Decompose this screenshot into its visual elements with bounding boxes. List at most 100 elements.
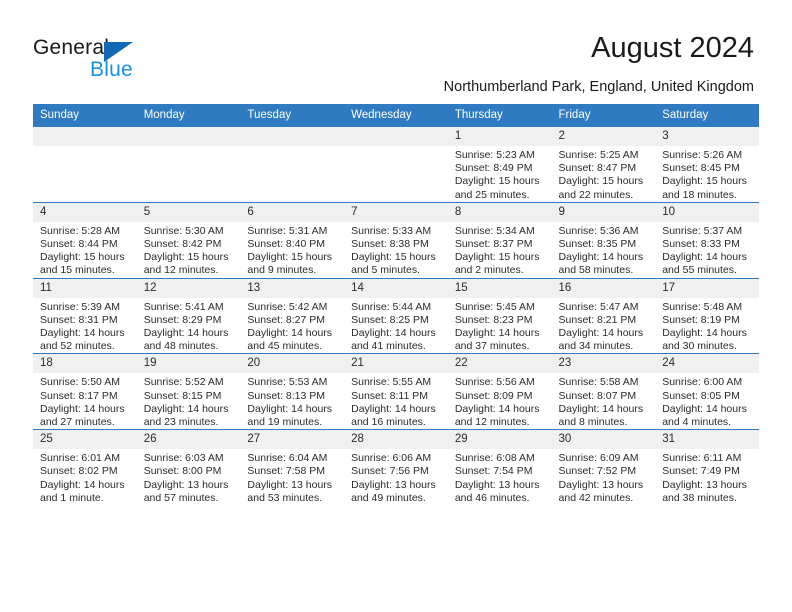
day-number: 3 xyxy=(655,127,759,146)
calendar-page: General Blue August 2024 Northumberland … xyxy=(0,0,792,612)
day-number: 25 xyxy=(33,430,137,450)
day-details: Sunrise: 5:39 AM Sunset: 8:31 PM Daylight:… xyxy=(33,298,137,354)
calendar-day-cell[interactable]: 4 Sunrise: 5:28 AM Sunset: 8:44 PM Daylight… xyxy=(33,201,137,279)
day-details: Sunrise: 6:01 AM Sunset: 8:02 PM Daylight:… xyxy=(33,449,137,505)
sunrise-text: Sunrise: 5:37 AM xyxy=(662,224,743,237)
sunrise-text: Sunrise: 5:28 AM xyxy=(40,224,120,237)
calendar-day-cell[interactable]: 28 Sunrise: 6:06 AM Sunset: 7:56 PM Dayligh… xyxy=(344,429,448,506)
day-details: Sunrise: 6:04 AM Sunset: 7:58 PM Daylight:… xyxy=(240,449,344,505)
daylight-text-line1: Daylight: 14 hours xyxy=(40,402,125,415)
sunset-text: Sunset: 8:21 PM xyxy=(558,313,637,326)
calendar-day-cell[interactable]: 21 Sunrise: 5:55 AM Sunset: 8:11 PM Dayligh… xyxy=(344,353,448,430)
sunrise-text: Sunrise: 5:58 AM xyxy=(558,376,639,389)
day-number: 7 xyxy=(344,202,448,222)
weekday-header-saturday: Saturday xyxy=(655,104,759,127)
sunset-text: Sunset: 8:13 PM xyxy=(247,389,326,402)
calendar-day-cell[interactable]: 16 Sunrise: 5:47 AM Sunset: 8:21 PM Dayligh… xyxy=(551,277,656,354)
daylight-text-line1: Daylight: 15 hours xyxy=(143,251,229,264)
daylight-text-line2: and 34 minutes. xyxy=(558,340,634,353)
weekday-header-wednesday: Wednesday xyxy=(344,104,448,127)
general-blue-logo[interactable]: General Blue xyxy=(33,36,213,84)
calendar-day-cell[interactable]: 23 Sunrise: 5:58 AM Sunset: 8:07 PM Dayligh… xyxy=(551,353,656,430)
sunrise-sunset-calendar: Sunday Monday Tuesday Wednesday Thursday… xyxy=(33,104,759,506)
calendar-week-row: 1 Sunrise: 5:23 AM Sunset: 8:49 PM Daylight… xyxy=(33,126,759,203)
day-number: 17 xyxy=(655,278,759,298)
daylight-text-line2: and 48 minutes. xyxy=(143,340,219,353)
day-number: 14 xyxy=(344,278,448,298)
calendar-day-cell[interactable]: 25 Sunrise: 6:01 AM Sunset: 8:02 PM Dayligh… xyxy=(33,429,137,506)
daylight-text-line2: and 18 minutes. xyxy=(662,188,737,201)
day-details: Sunrise: 5:25 AM Sunset: 8:47 PM Daylight:… xyxy=(552,146,656,202)
daylight-text-line1: Daylight: 14 hours xyxy=(351,402,436,415)
daylight-text-line2: and 15 minutes. xyxy=(40,264,115,277)
calendar-day-cell[interactable]: 22 Sunrise: 5:56 AM Sunset: 8:09 PM Dayligh… xyxy=(447,353,552,430)
calendar-day-cell[interactable]: 14 Sunrise: 5:44 AM Sunset: 8:25 PM Dayligh… xyxy=(344,277,448,354)
sunrise-text: Sunrise: 5:41 AM xyxy=(143,300,224,313)
daylight-text-line1: Daylight: 14 hours xyxy=(40,327,125,340)
sunrise-text: Sunrise: 5:47 AM xyxy=(558,300,639,313)
daylight-text-line1: Daylight: 15 hours xyxy=(454,175,540,188)
daylight-text-line2: and 30 minutes. xyxy=(662,340,737,353)
daylight-text-line2: and 2 minutes. xyxy=(454,264,524,277)
calendar-day-cell[interactable]: 8 Sunrise: 5:34 AM Sunset: 8:37 PM Daylight… xyxy=(447,201,552,279)
daylight-text-line1: Daylight: 14 hours xyxy=(247,327,333,340)
sunset-text: Sunset: 8:07 PM xyxy=(558,389,637,402)
day-number: 19 xyxy=(136,354,241,374)
calendar-day-cell[interactable]: 29 Sunrise: 6:08 AM Sunset: 7:54 PM Dayligh… xyxy=(447,429,552,506)
day-details: Sunrise: 5:31 AM Sunset: 8:40 PM Daylight:… xyxy=(240,222,344,278)
sunrise-text: Sunrise: 5:42 AM xyxy=(247,300,328,313)
calendar-day-cell[interactable]: 20 Sunrise: 5:53 AM Sunset: 8:13 PM Dayligh… xyxy=(240,353,345,430)
sunset-text: Sunset: 8:40 PM xyxy=(247,238,326,251)
daylight-text-line1: Daylight: 14 hours xyxy=(662,402,747,415)
daylight-text-line2: and 41 minutes. xyxy=(351,340,426,353)
calendar-week-row: 4 Sunrise: 5:28 AM Sunset: 8:44 PM Daylight… xyxy=(33,201,759,279)
daylight-text-line1: Daylight: 14 hours xyxy=(351,327,436,340)
calendar-day-cell[interactable]: 11 Sunrise: 5:39 AM Sunset: 8:31 PM Dayligh… xyxy=(33,277,137,354)
calendar-day-cell[interactable]: 3 Sunrise: 5:26 AM Sunset: 8:45 PM Daylight… xyxy=(655,126,759,203)
sunrise-text: Sunrise: 5:25 AM xyxy=(558,149,639,161)
calendar-day-cell[interactable]: 13 Sunrise: 5:42 AM Sunset: 8:27 PM Dayligh… xyxy=(240,277,345,354)
sunset-text: Sunset: 8:05 PM xyxy=(662,389,740,402)
calendar-week-row: 18 Sunrise: 5:50 AM Sunset: 8:17 PM Dayligh… xyxy=(33,353,759,430)
calendar-day-cell-empty xyxy=(136,126,241,203)
calendar-day-cell[interactable]: 17 Sunrise: 5:48 AM Sunset: 8:19 PM Dayligh… xyxy=(655,277,759,354)
calendar-day-cell[interactable]: 2 Sunrise: 5:25 AM Sunset: 8:47 PM Daylight… xyxy=(551,126,656,203)
day-number: 28 xyxy=(344,430,448,450)
calendar-day-cell[interactable]: 27 Sunrise: 6:04 AM Sunset: 7:58 PM Dayligh… xyxy=(240,429,345,506)
sunset-text: Sunset: 8:19 PM xyxy=(662,313,740,326)
daylight-text-line2: and 49 minutes. xyxy=(351,491,426,504)
calendar-day-cell[interactable]: 15 Sunrise: 5:45 AM Sunset: 8:23 PM Dayligh… xyxy=(447,277,552,354)
weekday-header-thursday: Thursday xyxy=(447,104,552,127)
sunrise-text: Sunrise: 5:50 AM xyxy=(40,376,120,389)
day-details: Sunrise: 5:47 AM Sunset: 8:21 PM Daylight:… xyxy=(552,298,656,354)
calendar-day-cell[interactable]: 1 Sunrise: 5:23 AM Sunset: 8:49 PM Daylight… xyxy=(447,126,552,203)
sunrise-text: Sunrise: 5:34 AM xyxy=(454,224,535,237)
calendar-day-cell-empty xyxy=(33,126,137,203)
calendar-day-cell[interactable]: 6 Sunrise: 5:31 AM Sunset: 8:40 PM Daylight… xyxy=(240,201,345,279)
daylight-text-line1: Daylight: 14 hours xyxy=(454,402,540,415)
calendar-day-cell[interactable]: 18 Sunrise: 5:50 AM Sunset: 8:17 PM Dayligh… xyxy=(33,353,137,430)
calendar-day-cell[interactable]: 19 Sunrise: 5:52 AM Sunset: 8:15 PM Dayligh… xyxy=(136,353,241,430)
calendar-day-cell[interactable]: 31 Sunrise: 6:11 AM Sunset: 7:49 PM Dayligh… xyxy=(655,429,759,506)
sunset-text: Sunset: 7:58 PM xyxy=(247,465,326,478)
calendar-day-cell[interactable]: 12 Sunrise: 5:41 AM Sunset: 8:29 PM Dayligh… xyxy=(136,277,241,354)
calendar-header-row: Sunday Monday Tuesday Wednesday Thursday… xyxy=(33,104,759,127)
sunset-text: Sunset: 7:56 PM xyxy=(351,465,429,478)
sunset-text: Sunset: 8:38 PM xyxy=(351,238,429,251)
calendar-day-cell[interactable]: 30 Sunrise: 6:09 AM Sunset: 7:52 PM Dayligh… xyxy=(551,429,656,506)
sunrise-text: Sunrise: 5:30 AM xyxy=(143,224,224,237)
day-number: 10 xyxy=(655,202,759,222)
sunrise-text: Sunrise: 5:45 AM xyxy=(454,300,535,313)
calendar-day-cell[interactable]: 10 Sunrise: 5:37 AM Sunset: 8:33 PM Dayligh… xyxy=(655,201,759,279)
calendar-day-cell[interactable]: 26 Sunrise: 6:03 AM Sunset: 8:00 PM Dayligh… xyxy=(136,429,241,506)
day-details: Sunrise: 5:52 AM Sunset: 8:15 PM Daylight:… xyxy=(137,373,241,429)
day-details: Sunrise: 5:30 AM Sunset: 8:42 PM Daylight:… xyxy=(137,222,241,278)
calendar-day-cell[interactable]: 7 Sunrise: 5:33 AM Sunset: 8:38 PM Daylight… xyxy=(344,201,448,279)
day-number xyxy=(240,127,345,146)
calendar-day-cell[interactable]: 5 Sunrise: 5:30 AM Sunset: 8:42 PM Daylight… xyxy=(136,201,241,279)
sunrise-text: Sunrise: 5:55 AM xyxy=(351,376,432,389)
calendar-day-cell[interactable]: 24 Sunrise: 6:00 AM Sunset: 8:05 PM Dayligh… xyxy=(655,353,759,430)
sunrise-text: Sunrise: 5:31 AM xyxy=(247,224,328,237)
sunset-text: Sunset: 8:17 PM xyxy=(40,389,118,402)
calendar-day-cell[interactable]: 9 Sunrise: 5:36 AM Sunset: 8:35 PM Daylight… xyxy=(551,201,656,279)
